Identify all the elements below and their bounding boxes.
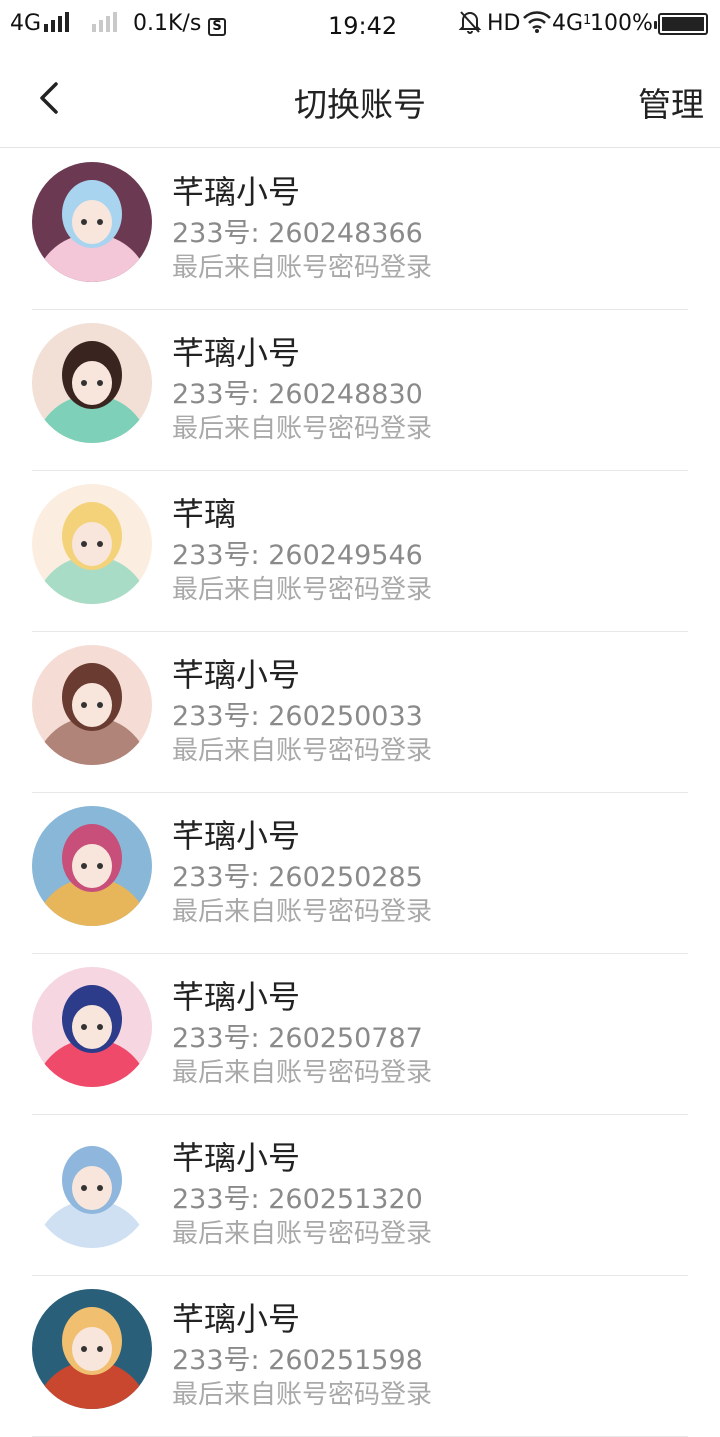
account-id: 233号: 260250033 <box>172 701 423 732</box>
login-source: 最后来自账号密码登录 <box>172 1380 433 1410</box>
status-bar: 4G 0.1K/s S 19:42 HD 4G1 100% <box>0 0 720 50</box>
account-name: 芊璃小号 <box>172 656 301 694</box>
account-item[interactable]: 芊璃小号 233号: 260248366 最后来自账号密码登录 <box>0 149 720 310</box>
avatar <box>32 967 152 1087</box>
hd-badge: HD <box>487 11 521 36</box>
avatar <box>32 162 152 282</box>
network-type-2: 4G1 <box>552 11 592 36</box>
login-source: 最后来自账号密码登录 <box>172 1219 433 1249</box>
account-name: 芊璃小号 <box>172 1139 301 1177</box>
account-id: 233号: 260248830 <box>172 379 423 410</box>
account-name: 芊璃小号 <box>172 1300 301 1338</box>
mute-bell-icon <box>458 9 482 41</box>
account-name: 芊璃小号 <box>172 173 301 211</box>
battery-icon <box>654 13 708 35</box>
signal-icon-secondary <box>92 11 117 36</box>
account-id: 233号: 260248366 <box>172 218 423 249</box>
account-item[interactable]: 芊璃小号 233号: 260250285 最后来自账号密码登录 <box>0 793 720 954</box>
login-source: 最后来自账号密码登录 <box>172 414 433 444</box>
avatar <box>32 484 152 604</box>
notification-s-icon: S <box>208 11 226 36</box>
login-source: 最后来自账号密码登录 <box>172 736 433 766</box>
login-source: 最后来自账号密码登录 <box>172 1058 433 1088</box>
account-item[interactable]: 芊璃小号 233号: 260251598 最后来自账号密码登录 <box>0 1276 720 1437</box>
avatar <box>32 323 152 443</box>
manage-button[interactable]: 管理 <box>638 78 704 126</box>
signal-icon <box>44 11 69 36</box>
battery-percent: 100% <box>590 11 653 36</box>
account-name: 芊璃小号 <box>172 334 301 372</box>
account-item[interactable]: 芊璃小号 233号: 260248830 最后来自账号密码登录 <box>0 310 720 471</box>
clock: 19:42 <box>328 12 398 40</box>
account-id: 233号: 260250285 <box>172 862 423 893</box>
account-id: 233号: 260249546 <box>172 540 423 571</box>
account-name: 芊璃小号 <box>172 978 301 1016</box>
account-item[interactable]: 芊璃小号 233号: 260251320 最后来自账号密码登录 <box>0 1115 720 1276</box>
account-id: 233号: 260251598 <box>172 1345 423 1376</box>
account-id: 233号: 260251320 <box>172 1184 423 1215</box>
avatar <box>32 806 152 926</box>
page-title: 切换账号 <box>294 85 426 124</box>
network-type-1: 4G <box>10 11 42 36</box>
account-item[interactable]: 芊璃小号 233号: 260250787 最后来自账号密码登录 <box>0 954 720 1115</box>
account-id: 233号: 260250787 <box>172 1023 423 1054</box>
nav-bar: 切换账号 管理 <box>0 50 720 148</box>
avatar <box>32 1289 152 1409</box>
account-name: 芊璃小号 <box>172 817 301 855</box>
avatar <box>32 645 152 765</box>
login-source: 最后来自账号密码登录 <box>172 575 433 605</box>
account-item[interactable]: 芊璃小号 233号: 260250033 最后来自账号密码登录 <box>0 632 720 793</box>
login-source: 最后来自账号密码登录 <box>172 253 433 283</box>
account-name: 芊璃 <box>172 495 237 533</box>
login-source: 最后来自账号密码登录 <box>172 897 433 927</box>
account-item[interactable]: 芊璃 233号: 260249546 最后来自账号密码登录 <box>0 471 720 632</box>
account-list: 芊璃小号 233号: 260248366 最后来自账号密码登录 芊璃小号 233号: 2… <box>0 149 720 1437</box>
avatar <box>32 1128 152 1248</box>
network-speed: 0.1K/s <box>133 11 202 36</box>
wifi-icon <box>522 10 552 40</box>
